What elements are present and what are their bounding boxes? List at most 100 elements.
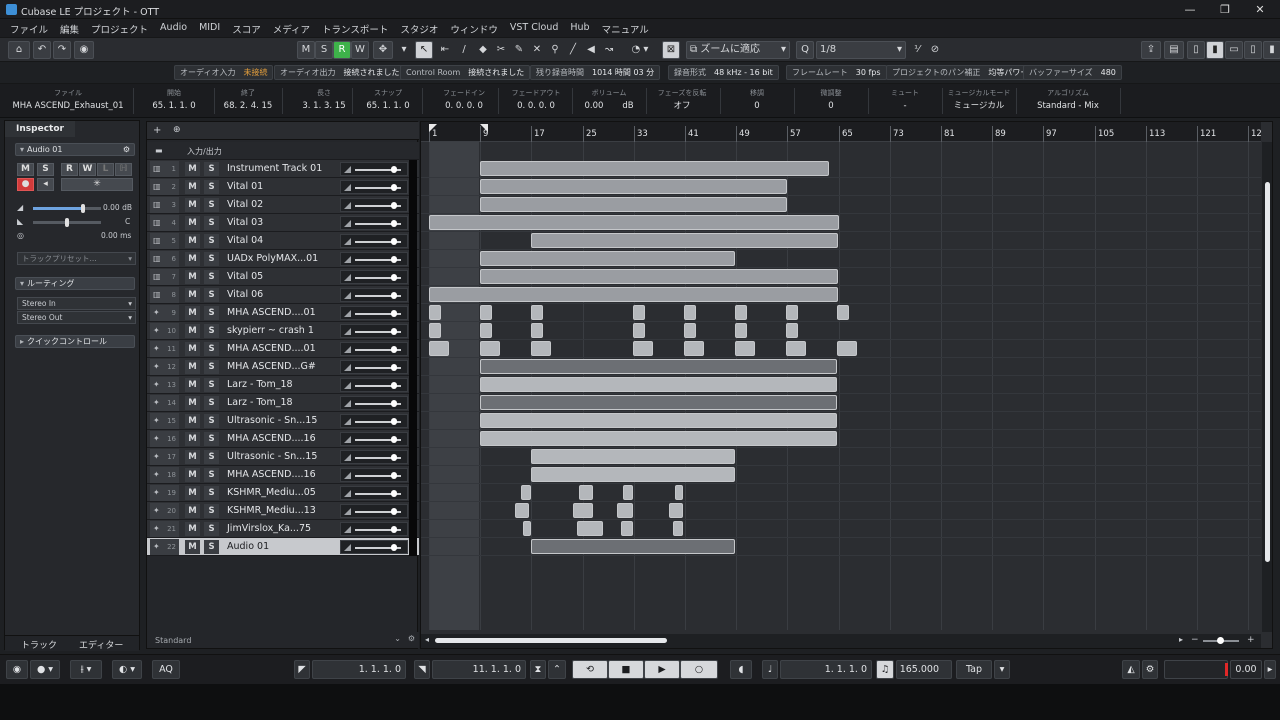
- audio-event[interactable]: [684, 305, 696, 320]
- track-volume-fader[interactable]: [340, 360, 408, 374]
- fader-knob[interactable]: [391, 328, 397, 335]
- track-name[interactable]: MHA ASCEND....01: [227, 343, 316, 354]
- zoom-tool-icon[interactable]: ⚲: [546, 41, 564, 59]
- track-mute-button[interactable]: M: [185, 288, 200, 302]
- zoom-out-icon[interactable]: −: [1191, 635, 1199, 645]
- track-mute-button[interactable]: M: [185, 252, 200, 266]
- edit-channel-icon[interactable]: ⚙: [123, 144, 130, 155]
- pan-slider-knob[interactable]: [65, 218, 69, 227]
- track-row[interactable]: 22 ✦ M S Audio 01: [147, 538, 419, 556]
- gear-icon[interactable]: ⚙: [408, 634, 415, 643]
- undo-icon[interactable]: ↶: [33, 41, 51, 59]
- line-tool-icon[interactable]: ╱: [564, 41, 582, 59]
- zoom-slider-knob[interactable]: [1217, 637, 1224, 644]
- track-name[interactable]: Ultrasonic - Sn...15: [227, 451, 317, 462]
- audio-event[interactable]: [633, 323, 645, 338]
- control-room-status[interactable]: Control Room 接続されました: [400, 65, 531, 80]
- track-solo-button[interactable]: S: [204, 198, 219, 212]
- track-name[interactable]: MHA ASCEND...G#: [227, 361, 316, 372]
- track-mute-button[interactable]: M: [185, 522, 200, 536]
- monitor-icon[interactable]: ◂: [37, 178, 54, 191]
- record-button-icon[interactable]: ○: [680, 660, 718, 679]
- midi-part[interactable]: [429, 215, 839, 230]
- midi-part[interactable]: [480, 179, 787, 194]
- track-solo-button[interactable]: S: [204, 180, 219, 194]
- track-row[interactable]: 9 ✦ M S MHA ASCEND....01: [147, 304, 419, 322]
- inspector-write-button[interactable]: W: [79, 163, 96, 176]
- play-button-icon[interactable]: ▶: [644, 660, 680, 679]
- track-name[interactable]: Larz - Tom_18: [227, 397, 293, 408]
- record-time-status[interactable]: 残り録音時間 1014 時間 03 分: [530, 65, 661, 80]
- audio-event[interactable]: [531, 539, 735, 554]
- audio-event[interactable]: [735, 341, 755, 356]
- info-volume[interactable]: ボリューム 0.00 dB: [574, 87, 644, 113]
- track-solo-button[interactable]: S: [204, 468, 219, 482]
- close-button[interactable]: ✕: [1250, 2, 1270, 17]
- buffer-size-status[interactable]: バッファーサイズ 480: [1023, 65, 1122, 80]
- horizontal-scroll-thumb[interactable]: [435, 638, 667, 643]
- chevron-down-icon[interactable]: ▾: [395, 41, 413, 59]
- audio-event[interactable]: [531, 305, 543, 320]
- frame-rate-status[interactable]: フレームレート 30 fps: [786, 65, 887, 80]
- track-row[interactable]: 1 ▥ M S Instrument Track 01: [147, 160, 419, 178]
- track-mute-button[interactable]: M: [185, 414, 200, 428]
- menu-score[interactable]: スコア: [226, 19, 267, 37]
- track-solo-button[interactable]: S: [204, 270, 219, 284]
- tap-tempo-button[interactable]: Tap: [956, 660, 992, 679]
- info-mute[interactable]: ミュート -: [868, 87, 942, 113]
- info-invert-phase[interactable]: フェーズを反転 オフ: [646, 87, 718, 113]
- track-mute-button[interactable]: M: [185, 540, 200, 554]
- volume-slider[interactable]: [33, 204, 101, 213]
- audio-event[interactable]: [786, 305, 798, 320]
- track-row[interactable]: 5 ▥ M S Vital 04: [147, 232, 419, 250]
- click-icon[interactable]: ◭: [1122, 660, 1140, 679]
- left-locator-marker[interactable]: [429, 124, 437, 132]
- track-name[interactable]: UADx PolyMAX...01: [227, 253, 318, 264]
- mute-all-button[interactable]: M: [297, 41, 315, 59]
- fader-knob[interactable]: [391, 418, 397, 425]
- audio-event[interactable]: [531, 449, 735, 464]
- stop-button-icon[interactable]: ■: [608, 660, 644, 679]
- cycle-button-icon[interactable]: ⟲: [572, 660, 608, 679]
- fader-knob[interactable]: [391, 220, 397, 227]
- audio-event[interactable]: [669, 503, 683, 518]
- fader-knob[interactable]: [391, 526, 397, 533]
- track-solo-button[interactable]: S: [204, 306, 219, 320]
- fader-knob[interactable]: [391, 166, 397, 173]
- track-name[interactable]: Vital 06: [227, 289, 263, 300]
- track-name[interactable]: KSHMR_Mediu...05: [227, 487, 316, 498]
- track-mute-button[interactable]: M: [185, 270, 200, 284]
- audio-event[interactable]: [837, 341, 857, 356]
- track-name[interactable]: MHA ASCEND....16: [227, 469, 316, 480]
- solo-all-button[interactable]: S: [315, 41, 333, 59]
- range-select-tool-icon[interactable]: ⇤: [436, 41, 454, 59]
- audio-event[interactable]: [429, 305, 441, 320]
- tab-editor[interactable]: エディター: [79, 638, 123, 651]
- chevron-down-icon[interactable]: ▾: [994, 660, 1010, 679]
- auto-quantize-button[interactable]: AQ: [152, 660, 180, 679]
- track-name[interactable]: Vital 01: [227, 181, 263, 192]
- track-solo-button[interactable]: S: [204, 324, 219, 338]
- track-name[interactable]: KSHMR_Mediu...13: [227, 505, 316, 516]
- audio-input-status[interactable]: オーディオ入力 未接続: [174, 65, 274, 80]
- track-mute-button[interactable]: M: [185, 396, 200, 410]
- inspector-edit-button[interactable]: ℍ: [115, 163, 132, 176]
- track-mute-button[interactable]: M: [185, 360, 200, 374]
- track-solo-button[interactable]: S: [204, 342, 219, 356]
- ruler[interactable]: 1 9 17 25 33 41 49 57 65 73 81 89 97 105 113 121 12: [421, 122, 1262, 142]
- quantize-settings-icon[interactable]: ⊘: [926, 41, 944, 59]
- audio-event[interactable]: [429, 341, 449, 356]
- visibility-icon[interactable]: ⌄: [394, 634, 401, 643]
- menu-audio[interactable]: Audio: [154, 19, 193, 37]
- info-start[interactable]: 開始 65. 1. 1. 0: [134, 87, 214, 113]
- snap-type-select[interactable]: ⧉ ズームに適応 ▾: [686, 41, 790, 59]
- track-name[interactable]: Vital 02: [227, 199, 263, 210]
- vertical-scrollbar[interactable]: [1262, 142, 1272, 632]
- scroll-left-icon[interactable]: ◂: [425, 635, 429, 644]
- track-mute-button[interactable]: M: [185, 162, 200, 176]
- track-row[interactable]: 20 ✦ M S KSHMR_Mediu...13: [147, 502, 419, 520]
- audio-event[interactable]: [480, 341, 500, 356]
- split-tool-icon[interactable]: /: [455, 41, 473, 59]
- track-row[interactable]: 19 ✦ M S KSHMR_Mediu...05: [147, 484, 419, 502]
- volume-slider-knob[interactable]: [81, 204, 85, 213]
